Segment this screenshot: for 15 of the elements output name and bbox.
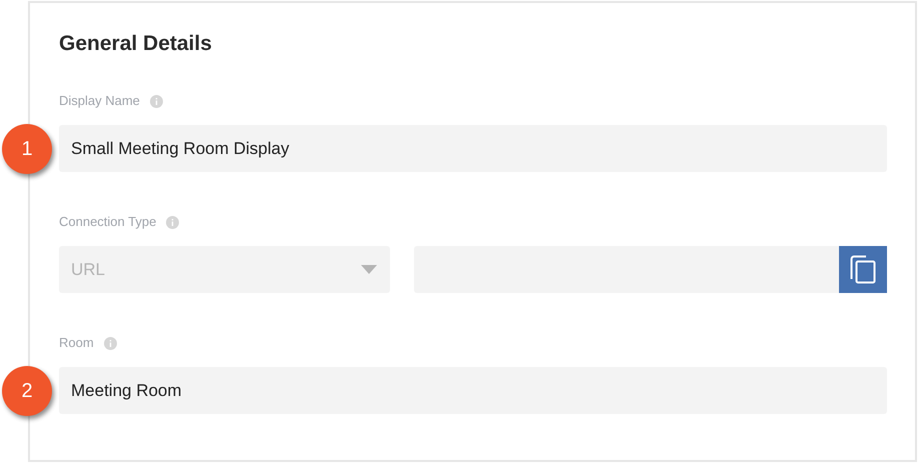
- callout-badge: 2: [2, 366, 52, 416]
- info-icon: [150, 94, 163, 108]
- text-field[interactable]: Small Meeting Room Display: [59, 125, 887, 172]
- callout-badge: 1: [2, 124, 52, 174]
- field-label: Connection Type: [59, 213, 156, 232]
- copy-button[interactable]: [839, 246, 887, 293]
- info-icon: [166, 216, 180, 228]
- field-label: Room: [59, 334, 94, 352]
- field-label: Display Name: [59, 92, 140, 110]
- dropdown-caret-icon: [361, 265, 377, 274]
- url-field[interactable]: [414, 246, 839, 293]
- info-icon: [104, 336, 117, 350]
- text-field[interactable]: Meeting Room: [59, 367, 887, 414]
- section-title: General Details: [59, 31, 213, 57]
- copy-icon: [850, 255, 876, 284]
